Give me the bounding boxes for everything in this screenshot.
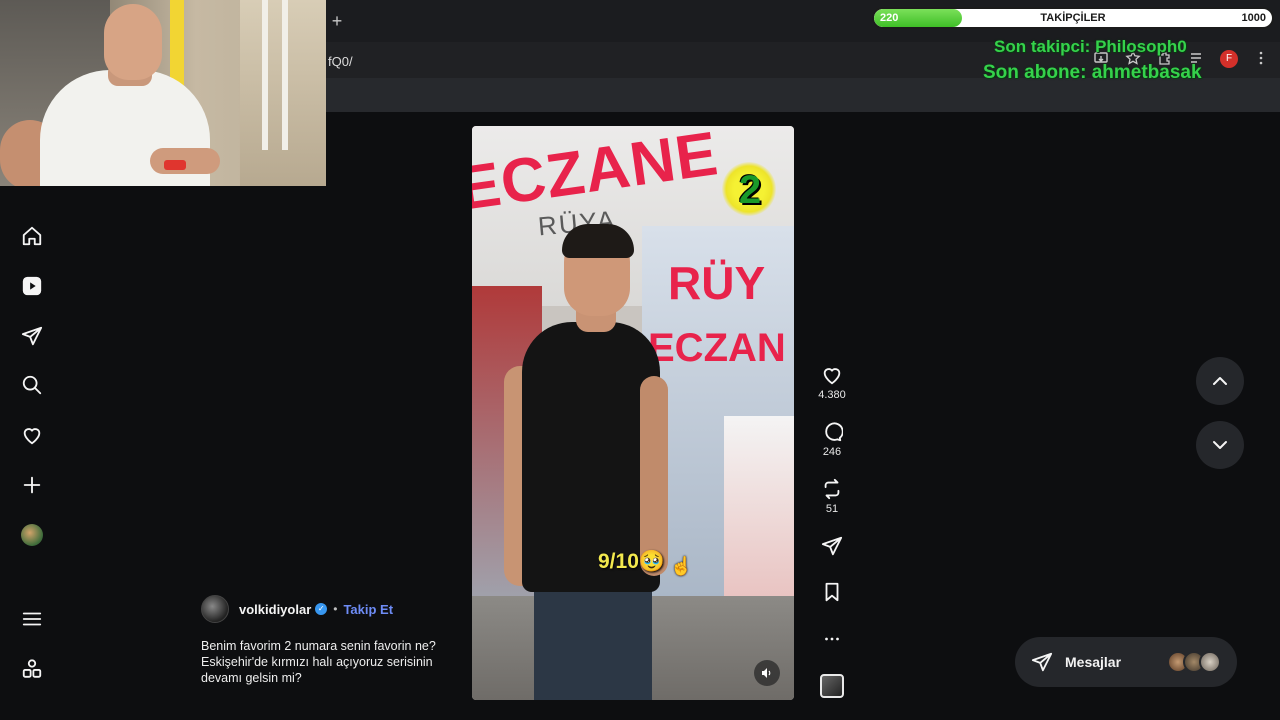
apps-icon[interactable] — [20, 657, 44, 681]
new-tab-button[interactable]: + — [328, 12, 346, 30]
separator-dot: • — [333, 602, 338, 616]
reel-caption: volkidiyolar ✓ • Takip Et Benim favorim … — [201, 595, 471, 686]
like-count: 4.380 — [818, 389, 846, 401]
comment-icon[interactable] — [821, 421, 843, 443]
webcam-phone — [164, 160, 186, 170]
next-reel-button[interactable] — [1196, 421, 1244, 469]
last-subscriber-text: Son abone: ahmetbasak — [983, 62, 1202, 83]
verified-badge-icon: ✓ — [315, 603, 328, 615]
follower-goal-end: 1000 — [1241, 12, 1266, 24]
avatar — [1199, 651, 1221, 673]
audio-thumbnail[interactable] — [820, 674, 844, 698]
chevron-down-icon — [1213, 441, 1227, 449]
hand-cursor-icon: ☝ — [670, 556, 693, 576]
search-icon[interactable] — [20, 373, 44, 397]
like-action[interactable]: 4.380 — [812, 364, 852, 401]
author-row: volkidiyolar ✓ • Takip Et — [201, 595, 471, 623]
rank-badge-number: 2 — [738, 168, 762, 212]
follower-goal-label: TAKİPÇİLER — [1040, 12, 1106, 24]
messages-label: Mesajlar — [1065, 654, 1122, 670]
send-icon[interactable] — [821, 535, 843, 557]
webcam-overlay — [0, 0, 326, 186]
webcam-person-head — [104, 4, 162, 80]
page: + fQ0/ F 220 TAKİPÇİLER 1000 Son takipci… — [0, 0, 1280, 720]
more-menu-icon[interactable] — [1252, 50, 1270, 68]
save-action[interactable] — [812, 581, 852, 603]
share-action[interactable] — [812, 535, 852, 557]
video-poster — [724, 416, 794, 596]
menu-icon[interactable] — [20, 607, 44, 631]
reel-video[interactable]: ECZANE RÜYA RÜY ECZAN 2 9/10🥹 ☝ — [472, 126, 794, 700]
last-follower-text: Son takipci: Philosoph0 — [994, 37, 1187, 56]
caption-line: Benim favorim 2 numara senin favorin ne? — [201, 639, 436, 653]
webcam-frame — [262, 0, 268, 150]
caption-line: devamı gelsin mi? — [201, 671, 302, 685]
home-icon[interactable] — [20, 224, 44, 248]
repost-icon[interactable] — [821, 478, 843, 500]
comment-count: 246 — [822, 446, 842, 458]
author-avatar[interactable] — [201, 595, 229, 623]
reels-icon[interactable] — [20, 274, 44, 298]
repost-action[interactable]: 51 — [812, 478, 852, 515]
video-person-hair — [562, 224, 634, 258]
more-options-action[interactable] — [812, 628, 852, 650]
author-username[interactable]: volkidiyolar — [239, 602, 311, 617]
heart-icon[interactable] — [821, 364, 843, 386]
profile-avatar[interactable] — [21, 524, 43, 546]
caption-line: Eskişehir'de kırmızı halı açıyoruz seris… — [201, 655, 433, 669]
previous-reel-button[interactable] — [1196, 357, 1244, 405]
video-person-arm — [640, 376, 668, 576]
messages-button[interactable]: Mesajlar — [1015, 637, 1237, 687]
url-text[interactable]: fQ0/ — [328, 54, 353, 69]
heart-icon[interactable] — [20, 423, 44, 447]
sidebar — [0, 186, 64, 720]
video-store-text: ECZAN — [648, 326, 786, 370]
caption-text: Benim favorim 2 numara senin favorin ne?… — [201, 638, 471, 686]
score-caption: 9/10🥹 — [598, 550, 666, 573]
follower-goal-bar: 220 TAKİPÇİLER 1000 — [872, 7, 1274, 29]
send-icon — [1031, 652, 1053, 672]
profile-avatar[interactable]: F — [1220, 50, 1238, 68]
volume-icon[interactable] — [754, 660, 780, 686]
bookmark-icon[interactable] — [821, 581, 843, 603]
messages-avatars — [1167, 651, 1221, 673]
chevron-up-icon — [1213, 377, 1227, 385]
repost-count: 51 — [825, 503, 839, 515]
plus-icon[interactable] — [20, 473, 44, 497]
video-store-text: RÜY — [668, 257, 766, 309]
comment-action[interactable]: 246 — [812, 421, 852, 458]
more-horizontal-icon[interactable] — [821, 628, 843, 650]
follow-button[interactable]: Takip Et — [343, 602, 393, 617]
webcam-frame — [282, 0, 288, 150]
send-icon[interactable] — [20, 324, 44, 348]
